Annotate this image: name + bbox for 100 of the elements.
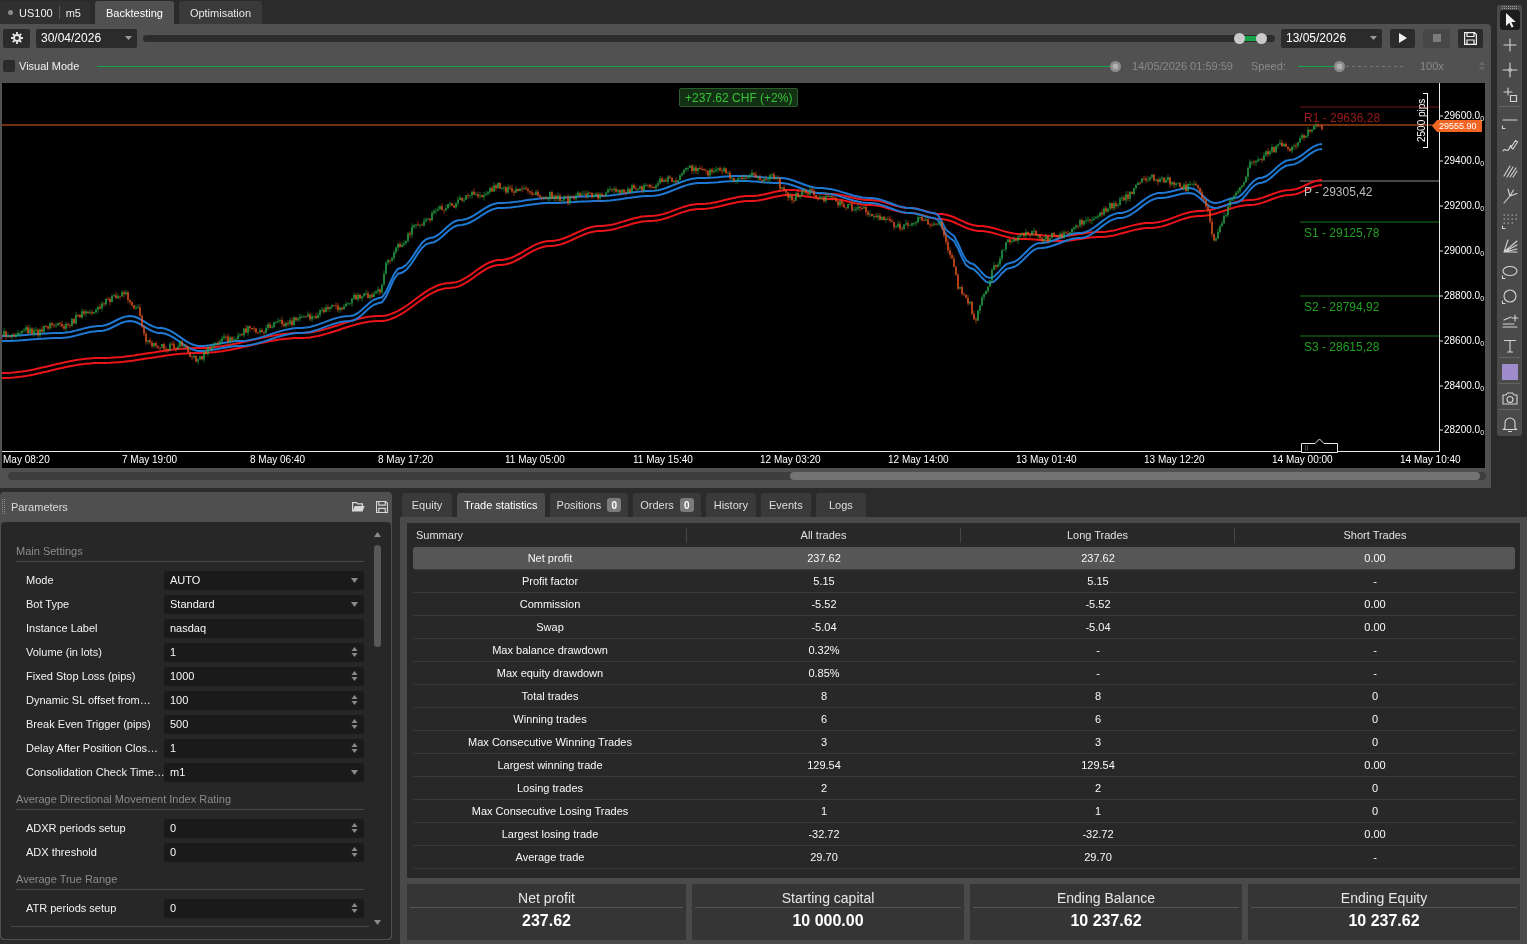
checkbox-label: Visual Mode (19, 60, 80, 72)
count-badge: 0 (679, 498, 694, 512)
color-swatch-icon[interactable] (1501, 364, 1518, 380)
parameter-label: ADX threshold (26, 846, 98, 858)
column-header: Long Trades (1066, 529, 1129, 541)
table-cell: 0.00 (1364, 828, 1386, 840)
tab[interactable]: Optimisation (178, 1, 262, 24)
table-row[interactable]: Profit factor 5.15 5.15 - (413, 570, 1515, 593)
dot-grid-icon[interactable] (1499, 211, 1520, 231)
table-cell: 3 (820, 736, 828, 748)
table-cell: 0 (1371, 736, 1379, 748)
table-cell: Max Consecutive Winning Trades (468, 736, 632, 748)
play-button[interactable] (1390, 28, 1415, 48)
chart-tab[interactable]: US100 m5 (0, 1, 90, 24)
table-cell: 8 (1094, 690, 1102, 702)
card-value: 10 237.62 (1070, 911, 1142, 931)
save-icon[interactable] (376, 501, 388, 513)
column-header: All trades (800, 529, 847, 541)
table-row[interactable]: Winning trades 6 6 0 (413, 708, 1515, 731)
tab[interactable]: Orders 0 (633, 493, 701, 517)
tab[interactable]: Logs (815, 493, 866, 517)
caret-icon (351, 601, 358, 607)
table-row[interactable]: Net profit 237.62 237.62 0.00 (413, 547, 1515, 570)
tab[interactable]: Trade statistics (457, 493, 545, 517)
table-cell: - (1373, 644, 1377, 656)
checkbox[interactable] (3, 60, 15, 72)
table-cell: 29.70 (810, 851, 838, 863)
tab[interactable]: History (705, 493, 756, 517)
parameter-label: Volume (in lots) (26, 646, 103, 658)
parameter-label: Break Even Trigger (pips) (26, 718, 152, 730)
table-row[interactable]: Max equity drawdown 0.85% - - (413, 662, 1515, 685)
card-label: Starting capital (781, 889, 875, 907)
table-cell: -5.52 (1085, 598, 1111, 610)
slider-thumb[interactable] (1255, 32, 1267, 44)
table-cell: - (1096, 667, 1100, 679)
table-cell: -5.04 (1085, 621, 1111, 633)
number-field[interactable]: 1000 (164, 666, 364, 686)
tab[interactable]: Positions 0 (549, 493, 629, 517)
panel-title: Parameters (11, 501, 68, 513)
grip-icon[interactable] (2, 499, 5, 515)
table-row[interactable]: Commission -5.52 -5.52 0.00 (413, 593, 1515, 616)
dropdown[interactable]: Standard (164, 594, 364, 614)
spin-arrows-icon[interactable] (351, 646, 358, 658)
table-cell: - (1373, 667, 1377, 679)
table-cell: 5.15 (1087, 575, 1109, 587)
settings-button[interactable] (3, 28, 30, 48)
scroll-up-icon[interactable] (373, 532, 381, 537)
scrollbar-thumb[interactable] (790, 472, 1480, 480)
table-row[interactable]: Total trades 8 8 0 (413, 685, 1515, 708)
period-slider[interactable] (143, 34, 1275, 42)
table-row[interactable]: Largest losing trade -32.72 -32.72 0.00 (413, 823, 1515, 846)
slider-thumb[interactable] (1234, 32, 1246, 44)
table-cell: 2 (820, 782, 828, 794)
column-header: Short Trades (1343, 529, 1407, 541)
table-row[interactable]: Max balance drawdown 0.32% - - (413, 639, 1515, 662)
spin-arrows-icon[interactable] (351, 822, 358, 834)
cursor-icon[interactable] (1499, 10, 1520, 30)
spin-arrows-icon[interactable] (351, 718, 358, 730)
tab[interactable]: Events (760, 493, 811, 517)
number-field[interactable]: 0 (164, 842, 364, 862)
number-field[interactable]: 1 (164, 642, 364, 662)
scrollbar-thumb[interactable] (373, 545, 381, 647)
horizontal-scrollbar[interactable] (8, 472, 1486, 480)
spin-arrows-icon[interactable] (351, 846, 358, 858)
dropdown[interactable]: m1 (164, 762, 364, 782)
grip-icon[interactable] (1501, 6, 1518, 9)
folder-icon[interactable] (352, 502, 365, 512)
number-field[interactable]: 0 (164, 898, 364, 918)
table-row[interactable]: Largest winning trade 129.54 129.54 0.00 (413, 754, 1515, 777)
table-row[interactable]: Max Consecutive Losing Trades 1 1 0 (413, 800, 1515, 823)
table-row[interactable]: Max Consecutive Winning Trades 3 3 0 (413, 731, 1515, 754)
caret-icon (351, 577, 358, 583)
gear-icon (9, 31, 24, 45)
table-cell: Largest winning trade (497, 759, 603, 771)
tab[interactable]: Backtesting (95, 1, 174, 24)
text-field[interactable]: nasdaq (164, 618, 364, 638)
dropdown[interactable]: AUTO (164, 570, 364, 590)
spin-arrows-icon[interactable] (351, 670, 358, 682)
time-label: 14/05/2026 01:59:59 (1132, 60, 1234, 72)
table-row[interactable]: Losing trades 2 2 0 (413, 777, 1515, 800)
save-button[interactable] (1458, 28, 1483, 48)
table-cell: 0 (1371, 805, 1379, 817)
table-cell: Commission (519, 598, 581, 610)
number-field[interactable]: 500 (164, 714, 364, 734)
table-row[interactable]: Average trade 29.70 29.70 - (413, 846, 1515, 869)
date-dropdown[interactable]: 30/04/2026 (36, 28, 137, 48)
table-cell: -5.52 (811, 598, 837, 610)
spin-arrows-icon[interactable] (351, 902, 358, 914)
number-field[interactable]: 1 (164, 738, 364, 758)
table-cell: 0.00 (1364, 621, 1386, 633)
table-cell: Average trade (515, 851, 585, 863)
date-dropdown[interactable]: 13/05/2026 (1281, 28, 1382, 48)
tab[interactable]: Equity (402, 493, 452, 517)
table-cell: - (1096, 644, 1100, 656)
spin-arrows-icon[interactable] (351, 694, 358, 706)
table-row[interactable]: Swap -5.04 -5.04 0.00 (413, 616, 1515, 639)
number-field[interactable]: 100 (164, 690, 364, 710)
scroll-down-icon[interactable] (373, 920, 381, 925)
spin-arrows-icon[interactable] (351, 742, 358, 754)
number-field[interactable]: 0 (164, 818, 364, 838)
